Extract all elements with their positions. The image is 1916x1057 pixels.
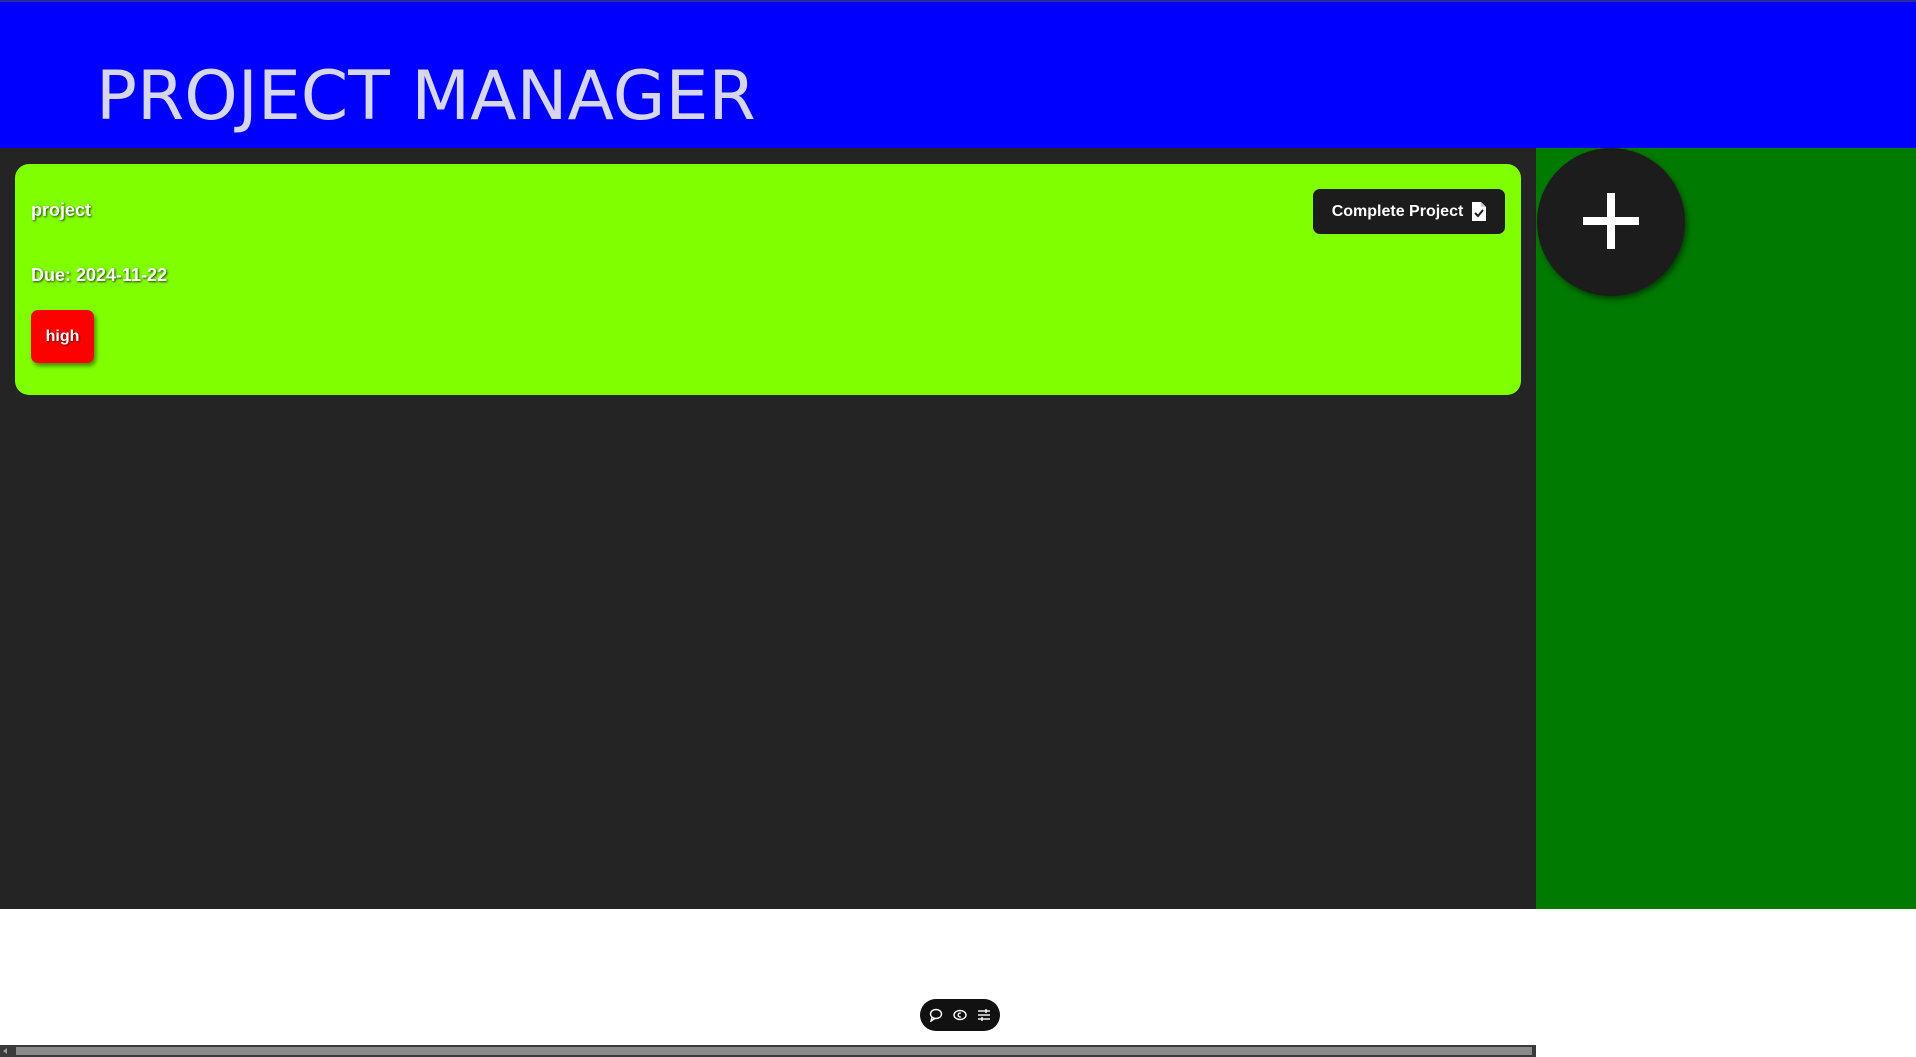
comment-icon[interactable] [929,1008,943,1022]
complete-project-label: Complete Project [1331,202,1464,220]
settings-sliders-icon[interactable] [977,1008,991,1022]
floating-toolbar [920,999,1000,1031]
project-card: project Complete Project Due: 2024-11-22… [15,164,1521,395]
caption-icon[interactable] [953,1008,967,1022]
add-project-button[interactable] [1537,148,1685,296]
scroll-left-arrow-icon[interactable] [3,1048,7,1054]
scrollbar-thumb[interactable] [16,1047,1532,1055]
app-title: PROJECT MANAGER [96,57,756,136]
app-header: PROJECT MANAGER [0,0,1916,148]
priority-badge: high [31,310,94,363]
horizontal-scrollbar[interactable] [0,1045,1536,1057]
project-title: project [31,200,92,220]
complete-project-button[interactable]: Complete Project [1313,189,1505,234]
file-check-icon [1471,202,1487,221]
project-list-area: project Complete Project Due: 2024-11-22… [0,148,1536,1057]
plus-icon [1581,191,1641,254]
project-due-date: Due: 2024-11-22 [31,265,168,285]
